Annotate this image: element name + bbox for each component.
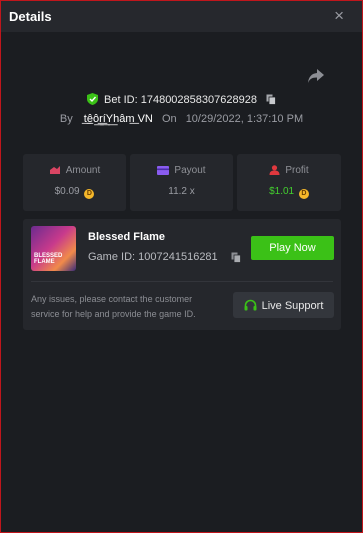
payout-value: 11.2 x [168, 186, 195, 197]
profit-icon [269, 165, 280, 175]
share-icon[interactable] [307, 68, 325, 84]
on-label: On [161, 113, 177, 125]
copy-game-id-icon[interactable] [231, 252, 241, 263]
coin-icon: D [84, 189, 95, 199]
stat-payout: Payout 11.2 x [130, 154, 233, 211]
copy-icon[interactable] [266, 94, 276, 105]
live-support-button[interactable]: Live Support [233, 292, 334, 318]
support-message: Any issues, please contact the customer … [31, 294, 196, 319]
coin-icon: D [298, 189, 309, 199]
game-thumbnail[interactable]: BLESSED FLAME [31, 226, 76, 271]
profit-label: Profit [285, 165, 309, 176]
amount-value: $0.09 [54, 186, 80, 197]
stat-profit: Profit $1.01 D [237, 154, 341, 211]
divider [31, 281, 333, 282]
amount-icon [49, 166, 60, 174]
shield-check-icon [86, 93, 98, 105]
close-icon[interactable]: × [334, 6, 344, 26]
game-name: Blessed Flame [88, 231, 166, 243]
headset-icon [244, 299, 257, 310]
bet-by-line: By t͟ê̲ô͟r͟í͟Y͟hâm͟ VN On 10/29/2022, 1:… [1, 113, 362, 125]
bet-id-line: Bet ID: 1748002858307628928 [1, 93, 362, 106]
card-icon [157, 166, 170, 175]
bet-id-value: 1748002858307628928 [140, 94, 257, 106]
payout-label: Payout [174, 165, 206, 176]
stat-amount: Amount $0.09 D [23, 154, 126, 211]
play-now-button[interactable]: Play Now [251, 236, 334, 260]
game-id-value: 1007241516281 [138, 251, 218, 263]
by-label: By [59, 113, 73, 125]
live-support-label: Live Support [261, 299, 324, 312]
modal-header: Details × [1, 1, 362, 32]
profit-value: $1.01 [269, 186, 295, 197]
game-card: BLESSED FLAME Blessed Flame Game ID: 100… [23, 219, 341, 330]
game-id-label: Game ID: [88, 251, 136, 263]
game-thumbnail-title: BLESSED FLAME [34, 253, 63, 265]
game-id: Game ID: 1007241516281 [88, 251, 218, 263]
amount-label: Amount [65, 165, 101, 176]
username[interactable]: t͟ê̲ô͟r͟í͟Y͟hâm͟ VN [84, 113, 153, 125]
modal-title: Details [9, 9, 52, 24]
bet-datetime: 10/29/2022, 1:37:10 PM [185, 113, 304, 125]
bet-id-label: Bet ID: [104, 94, 138, 106]
details-modal: Details × Bet ID: 1748002858307628928 By… [0, 0, 363, 533]
